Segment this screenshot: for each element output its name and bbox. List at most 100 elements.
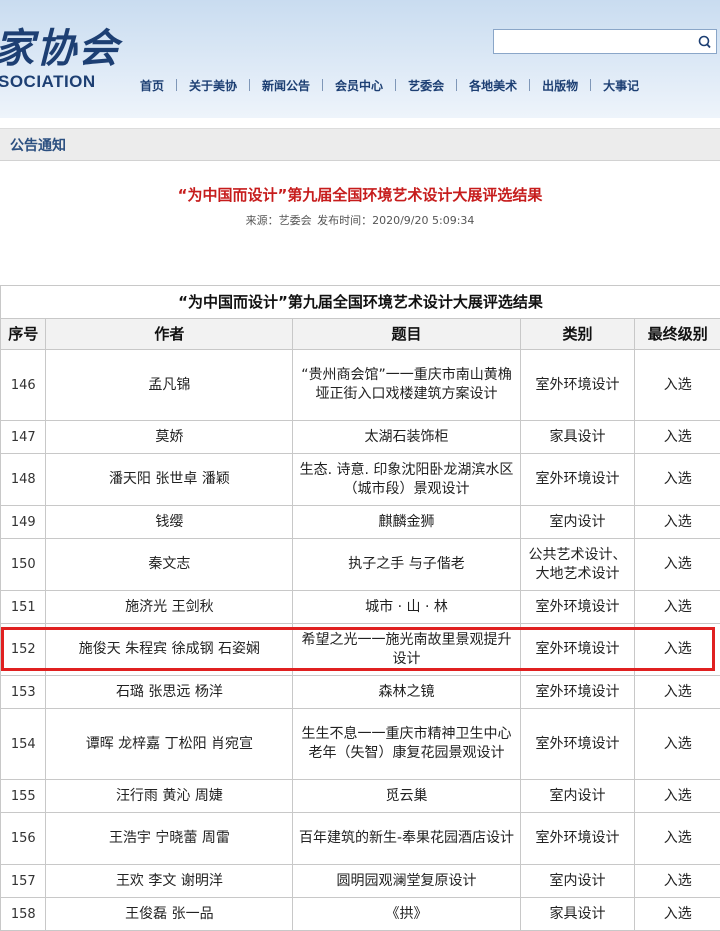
search-box: [493, 29, 717, 54]
col-header-level: 最终级别: [635, 319, 720, 350]
source-label: 来源：: [246, 214, 279, 227]
cell-title: “贵州商会馆”一一重庆市南山黄桷垭正街入口戏楼建筑方案设计: [293, 350, 520, 421]
cell-title: 圆明园观澜堂复原设计: [293, 865, 520, 898]
nav-news[interactable]: 新闻公告: [262, 77, 310, 94]
cell-author: 钱缨: [46, 506, 293, 539]
table-row: 156王浩宇 宁晓蕾 周雷百年建筑的新生-奉果花园酒店设计室外环境设计入选: [1, 813, 720, 865]
cell-type: 室外环境设计: [520, 350, 635, 421]
nav-chronicle[interactable]: 大事记: [603, 77, 639, 94]
col-header-type: 类别: [520, 319, 635, 350]
time-label: 发布时间：: [317, 214, 372, 227]
nav-publications[interactable]: 出版物: [542, 77, 578, 94]
nav-divider: [590, 79, 591, 91]
cell-title: 生态. 诗意. 印象沈阳卧龙湖滨水区（城市段）景观设计: [293, 454, 520, 506]
cell-no: 156: [1, 813, 46, 865]
cell-type: 室内设计: [520, 865, 635, 898]
table-row: 148潘天阳 张世卓 潘颖生态. 诗意. 印象沈阳卧龙湖滨水区（城市段）景观设计…: [1, 454, 720, 506]
cell-no: 148: [1, 454, 46, 506]
article-meta: 来源：艺委会 发布时间：2020/9/20 5:09:34: [0, 212, 720, 228]
cell-author: 秦文志: [46, 539, 293, 591]
table-row: 147莫娇太湖石装饰柜家具设计入选: [1, 421, 720, 454]
cell-author: 莫娇: [46, 421, 293, 454]
nav-divider: [395, 79, 396, 91]
cell-type: 室外环境设计: [520, 813, 635, 865]
cell-no: 150: [1, 539, 46, 591]
nav-members[interactable]: 会员中心: [335, 77, 383, 94]
cell-author: 谭晖 龙梓嘉 丁松阳 肖宛宣: [46, 709, 293, 780]
cell-title: 《拱》: [293, 898, 520, 931]
cell-no: 157: [1, 865, 46, 898]
nav-art-committee[interactable]: 艺委会: [408, 77, 444, 94]
col-header-no: 序号: [1, 319, 46, 350]
table-row: 152施俊天 朱程宾 徐成钢 石姿娴希望之光一一施光南故里景观提升设计室外环境设…: [1, 624, 720, 676]
nav-home[interactable]: 首页: [140, 77, 164, 94]
cell-title: 百年建筑的新生-奉果花园酒店设计: [293, 813, 520, 865]
cell-title: 麒麟金狮: [293, 506, 520, 539]
cell-type: 室内设计: [520, 506, 635, 539]
cell-title: 森林之镜: [293, 676, 520, 709]
site-header: 家协会 SOCIATION 首页 关于美协 新闻公告 会员中心 艺委会 各地美术…: [0, 0, 720, 118]
cell-title: 城市 · 山 · 林: [293, 591, 520, 624]
cell-type: 室外环境设计: [520, 709, 635, 780]
table-row: 154谭晖 龙梓嘉 丁松阳 肖宛宣生生不息一一重庆市精神卫生中心老年（失智）康复…: [1, 709, 720, 780]
nav-divider: [249, 79, 250, 91]
cell-author: 王欢 李文 谢明洋: [46, 865, 293, 898]
cell-level: 入选: [635, 624, 720, 676]
cell-no: 154: [1, 709, 46, 780]
col-header-author: 作者: [46, 319, 293, 350]
col-header-title: 题目: [293, 319, 520, 350]
cell-level: 入选: [635, 454, 720, 506]
logo-english[interactable]: SOCIATION: [0, 72, 96, 92]
nav-divider: [322, 79, 323, 91]
cell-level: 入选: [635, 865, 720, 898]
cell-no: 147: [1, 421, 46, 454]
cell-no: 152: [1, 624, 46, 676]
time-value: 2020/9/20 5:09:34: [372, 214, 474, 227]
cell-level: 入选: [635, 813, 720, 865]
table-header-row: 序号 作者 题目 类别 最终级别: [1, 319, 720, 350]
cell-no: 146: [1, 350, 46, 421]
cell-no: 153: [1, 676, 46, 709]
cell-level: 入选: [635, 676, 720, 709]
cell-no: 155: [1, 780, 46, 813]
nav-about[interactable]: 关于美协: [189, 77, 237, 94]
article-title: “为中国而设计”第九届全国环境艺术设计大展评选结果: [0, 184, 720, 205]
table-row: 150秦文志执子之手 与子偕老公共艺术设计、大地艺术设计入选: [1, 539, 720, 591]
cell-author: 王浩宇 宁晓蕾 周雷: [46, 813, 293, 865]
cell-title: 生生不息一一重庆市精神卫生中心老年（失智）康复花园景观设计: [293, 709, 520, 780]
cell-title: 太湖石装饰柜: [293, 421, 520, 454]
source-value: 艺委会: [279, 214, 312, 227]
logo-chinese[interactable]: 家协会: [0, 16, 120, 74]
cell-title: 希望之光一一施光南故里景观提升设计: [293, 624, 520, 676]
cell-level: 入选: [635, 539, 720, 591]
table-row: 158王俊磊 张一品《拱》家具设计入选: [1, 898, 720, 931]
cell-author: 汪行雨 黄沁 周婕: [46, 780, 293, 813]
cell-no: 158: [1, 898, 46, 931]
table-row: 151施济光 王剑秋城市 · 山 · 林室外环境设计入选: [1, 591, 720, 624]
cell-type: 室外环境设计: [520, 591, 635, 624]
cell-level: 入选: [635, 350, 720, 421]
search-icon[interactable]: [696, 32, 714, 52]
cell-author: 王俊磊 张一品: [46, 898, 293, 931]
cell-level: 入选: [635, 709, 720, 780]
cell-type: 室外环境设计: [520, 624, 635, 676]
cell-type: 室外环境设计: [520, 454, 635, 506]
nav-divider: [176, 79, 177, 91]
cell-no: 149: [1, 506, 46, 539]
table-row: 155汪行雨 黄沁 周婕觅云巢室内设计入选: [1, 780, 720, 813]
cell-type: 家具设计: [520, 898, 635, 931]
table-row: 157王欢 李文 谢明洋圆明园观澜堂复原设计室内设计入选: [1, 865, 720, 898]
cell-author: 施俊天 朱程宾 徐成钢 石姿娴: [46, 624, 293, 676]
cell-type: 室内设计: [520, 780, 635, 813]
search-input[interactable]: [498, 31, 692, 54]
cell-level: 入选: [635, 506, 720, 539]
cell-type: 室外环境设计: [520, 676, 635, 709]
cell-title: 觅云巢: [293, 780, 520, 813]
nav-regional-art[interactable]: 各地美术: [469, 77, 517, 94]
cell-type: 公共艺术设计、大地艺术设计: [520, 539, 635, 591]
cell-author: 孟凡锦: [46, 350, 293, 421]
section-title[interactable]: 公告通知: [10, 135, 66, 155]
cell-level: 入选: [635, 421, 720, 454]
cell-author: 石璐 张思远 杨洋: [46, 676, 293, 709]
cell-title: 执子之手 与子偕老: [293, 539, 520, 591]
